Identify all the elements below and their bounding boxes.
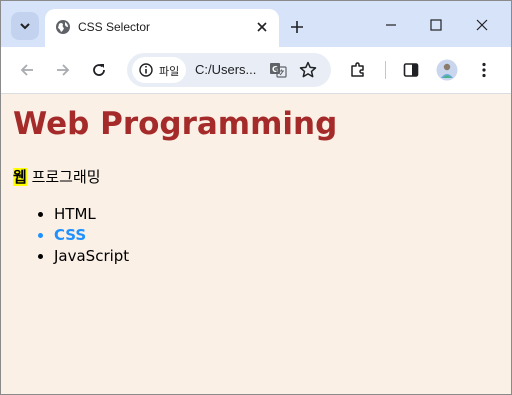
page-paragraph: 웹 프로그래밍 <box>13 166 101 187</box>
toolbar: 파일 C:/Users... G <box>1 47 511 94</box>
forward-button[interactable] <box>51 58 75 82</box>
list-item-html: HTML <box>54 204 129 225</box>
url-text: C:/Users... <box>195 62 257 77</box>
tab-title: CSS Selector <box>78 20 151 34</box>
forward-arrow-icon <box>57 64 70 76</box>
tab-search-button[interactable] <box>11 12 39 40</box>
info-icon <box>139 63 153 77</box>
side-panel-icon <box>403 63 419 77</box>
toolbar-divider <box>385 61 386 79</box>
close-icon <box>476 19 488 31</box>
site-chip-label: 파일 <box>159 65 180 78</box>
kebab-menu-icon <box>482 62 486 78</box>
profile-button[interactable] <box>435 58 459 82</box>
tab-close-button[interactable] <box>253 18 271 36</box>
back-arrow-icon <box>20 64 33 76</box>
paragraph-text: 프로그래밍 <box>26 168 101 186</box>
menu-button[interactable] <box>472 58 496 82</box>
tab-strip: CSS Selector <box>1 1 511 47</box>
globe-icon <box>56 20 70 34</box>
star-icon <box>299 61 317 78</box>
minimize-button[interactable] <box>377 13 405 37</box>
site-info-chip[interactable]: 파일 <box>132 57 186 83</box>
bookmark-button[interactable] <box>296 58 320 82</box>
highlighted-word: 웹 <box>13 168 27 186</box>
page-viewport: Web Programming 웹 프로그래밍 HTML CSS JavaScr… <box>1 94 511 394</box>
translate-icon: G <box>270 63 287 78</box>
tech-list: HTML CSS JavaScript <box>13 204 129 267</box>
translate-button[interactable]: G <box>266 58 290 82</box>
plus-icon <box>291 21 303 33</box>
puzzle-icon <box>351 62 364 77</box>
maximize-button[interactable] <box>422 13 450 37</box>
back-button[interactable] <box>15 58 39 82</box>
minimize-icon <box>386 24 396 26</box>
chevron-down-icon <box>20 23 30 30</box>
reload-icon <box>93 64 105 76</box>
new-tab-button[interactable] <box>287 17 307 37</box>
avatar <box>436 59 458 81</box>
reload-button[interactable] <box>87 58 111 82</box>
side-panel-button[interactable] <box>399 58 423 82</box>
list-item-css: CSS <box>54 225 129 246</box>
close-window-button[interactable] <box>468 13 496 37</box>
browser-window: CSS Selector 파일 C:/Users... G Web Progra… <box>0 0 512 395</box>
close-icon <box>257 22 267 32</box>
extensions-button[interactable] <box>346 58 370 82</box>
list-item-javascript: JavaScript <box>54 246 129 267</box>
tab-css-selector[interactable]: CSS Selector <box>45 9 279 47</box>
page-heading: Web Programming <box>13 106 338 142</box>
maximize-icon <box>430 19 442 31</box>
